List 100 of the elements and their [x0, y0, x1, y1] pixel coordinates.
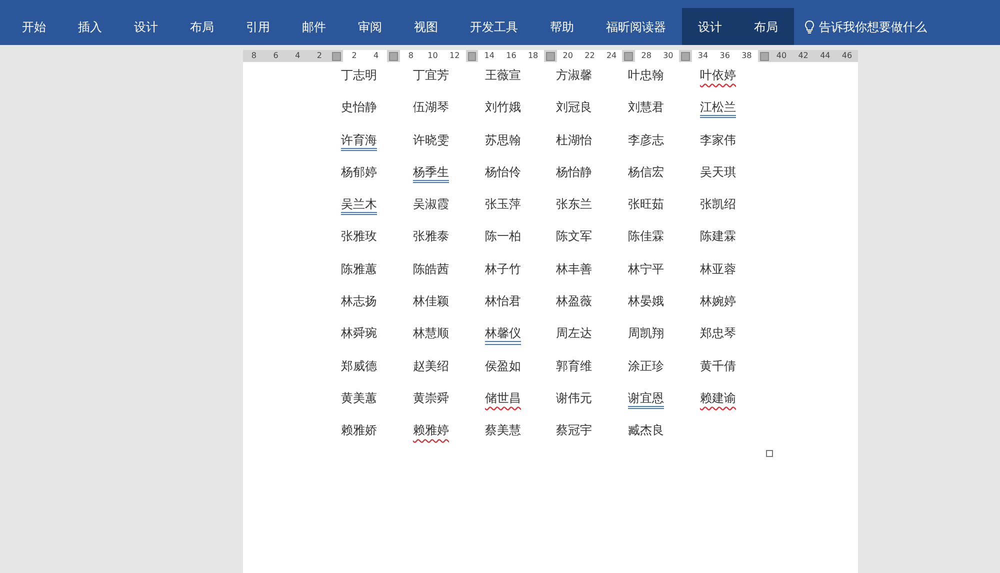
name-text: 黄美蕙	[341, 390, 378, 407]
name-text: 杨怡静	[556, 164, 593, 181]
name-text: 周凯翔	[628, 325, 665, 342]
name-text: 林盈薇	[556, 293, 593, 310]
name-text: 郑忠琴	[700, 325, 737, 342]
name-text: 陈皓茜	[413, 260, 450, 278]
name-text: 郑威德	[341, 358, 378, 375]
name-text: 吴淑霞	[413, 196, 450, 214]
name-text: 李家伟	[700, 132, 737, 149]
name-text: 林宁平	[628, 260, 665, 278]
name-text: 杨季生	[413, 164, 450, 181]
name-text: 许晓雯	[413, 132, 450, 149]
name-text: 蔡美慧	[485, 422, 522, 440]
name-text: 杨郁婷	[341, 164, 378, 181]
name-text: 叶忠翰	[628, 67, 665, 84]
name-text: 张雅泰	[413, 228, 450, 246]
ruler-number: 34	[692, 50, 714, 62]
name-text: 谢宜恩	[628, 390, 665, 407]
ruler-number: 16	[500, 50, 522, 62]
name-text: 刘竹娥	[485, 99, 522, 116]
name-text: 郭育维	[556, 358, 593, 375]
name-text: 张玉萍	[485, 196, 522, 214]
ruler-number: 30	[657, 50, 680, 62]
name-text: 林亚蓉	[700, 260, 737, 278]
name-text: 周左达	[556, 325, 593, 342]
ruler-number: 10	[422, 50, 444, 62]
ruler-number: 38	[736, 50, 758, 62]
ruler-number: 36	[714, 50, 736, 62]
name-text: 黄千倩	[700, 358, 737, 375]
ruler-number: 18	[522, 50, 544, 62]
name-text: 赖雅娇	[341, 422, 378, 440]
name-text: 谢伟元	[556, 390, 593, 407]
name-text: 吴天琪	[700, 164, 737, 181]
name-text: 张雅玫	[341, 228, 378, 246]
name-text: 涂正珍	[628, 358, 665, 375]
ruler[interactable]: 8 6 4 2 2 4 8 10 12 14 16 18 20 22 24 28 30 34 36 38 40 42 44 46	[243, 50, 858, 62]
table-resize-handle[interactable]	[766, 450, 773, 457]
name-text: 叶依婷	[700, 67, 737, 84]
ruler-number: 8	[400, 50, 422, 62]
name-text: 李彦志	[628, 132, 665, 149]
lightbulb-icon	[804, 20, 815, 34]
name-text: 储世昌	[485, 390, 522, 407]
column-marker[interactable]	[389, 52, 398, 60]
name-text: 杨怡伶	[485, 164, 522, 181]
name-text: 陈文军	[556, 228, 593, 246]
column-marker[interactable]	[760, 52, 769, 60]
name-text: 臧杰良	[628, 422, 665, 440]
column-marker[interactable]	[468, 52, 476, 60]
name-text: 江松兰	[700, 99, 737, 116]
name-text: 丁宜芳	[413, 67, 450, 84]
name-text: 张东兰	[556, 196, 593, 214]
name-text: 丁志明	[341, 67, 378, 84]
column-marker[interactable]	[624, 52, 634, 60]
name-text: 陈一柏	[485, 228, 522, 246]
ruler-number: 24	[600, 50, 622, 62]
name-text: 赵美绍	[413, 358, 450, 375]
name-text: 王薇宣	[485, 67, 522, 84]
name-text: 陈建霖	[700, 228, 737, 246]
ruler-number: 12	[444, 50, 466, 62]
name-text: 张旺茹	[628, 196, 665, 214]
name-text: 林怡君	[485, 293, 522, 310]
name-text: 史怡静	[341, 99, 378, 116]
name-text: 林志扬	[341, 293, 378, 310]
name-text: 赖建谕	[700, 390, 737, 407]
name-text: 张凯绍	[700, 196, 737, 214]
name-text: 赖雅婷	[413, 422, 450, 440]
ruler-number: 2	[343, 50, 366, 62]
ruler-number: 28	[635, 50, 658, 62]
name-text: 陈佳霖	[628, 228, 665, 246]
ruler-number: 14	[478, 50, 500, 62]
name-text: 林舜琬	[341, 325, 378, 342]
name-text: 林馨仪	[485, 325, 522, 342]
name-text: 伍湖琴	[413, 99, 450, 116]
name-text: 黄崇舜	[413, 390, 450, 407]
name-text: 林婉婷	[700, 293, 737, 310]
name-text: 吴兰木	[341, 196, 378, 214]
column-marker[interactable]	[546, 52, 555, 60]
name-text: 林慧顺	[413, 325, 450, 342]
name-text: 刘慧君	[628, 99, 665, 116]
name-text: 林子竹	[485, 260, 522, 278]
ruler-number: 20	[556, 50, 579, 62]
column-marker[interactable]	[681, 52, 690, 60]
column-marker[interactable]	[332, 52, 342, 60]
name-text: 杜湖怡	[556, 132, 593, 149]
name-text: 方淑馨	[556, 67, 593, 84]
ruler-number: 22	[578, 50, 601, 62]
ribbon-tab[interactable]: 设计	[682, 8, 738, 45]
tell-me-search[interactable]: 告诉我你想要做什么	[819, 18, 927, 36]
name-text: 侯盈如	[485, 358, 522, 375]
name-text: 许育海	[341, 132, 378, 149]
ribbon-tab[interactable]: 布局	[738, 8, 794, 45]
name-text: 林晏娥	[628, 293, 665, 310]
name-text: 杨信宏	[628, 164, 665, 181]
name-text: 刘冠良	[556, 99, 593, 116]
ruler-number: 4	[365, 50, 388, 62]
name-text: 林丰善	[556, 260, 593, 278]
name-text: 苏思翰	[485, 132, 522, 149]
name-text: 陈雅蕙	[341, 260, 378, 278]
name-text: 蔡冠宇	[556, 422, 593, 440]
name-text: 林佳颖	[413, 293, 450, 310]
